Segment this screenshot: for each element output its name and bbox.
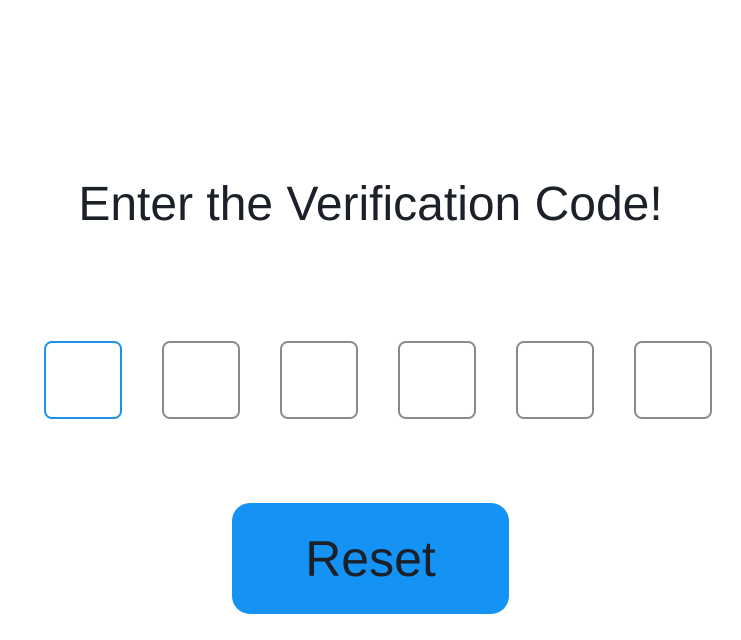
code-digit-4[interactable]: [398, 341, 476, 419]
code-digit-3[interactable]: [280, 341, 358, 419]
verification-code-inputs: [44, 341, 713, 419]
code-digit-6[interactable]: [634, 341, 712, 419]
page-title: Enter the Verification Code!: [78, 178, 663, 231]
code-digit-1[interactable]: [44, 341, 122, 419]
code-digit-2[interactable]: [162, 341, 240, 419]
code-digit-5[interactable]: [516, 341, 594, 419]
reset-button[interactable]: Reset: [232, 503, 509, 614]
